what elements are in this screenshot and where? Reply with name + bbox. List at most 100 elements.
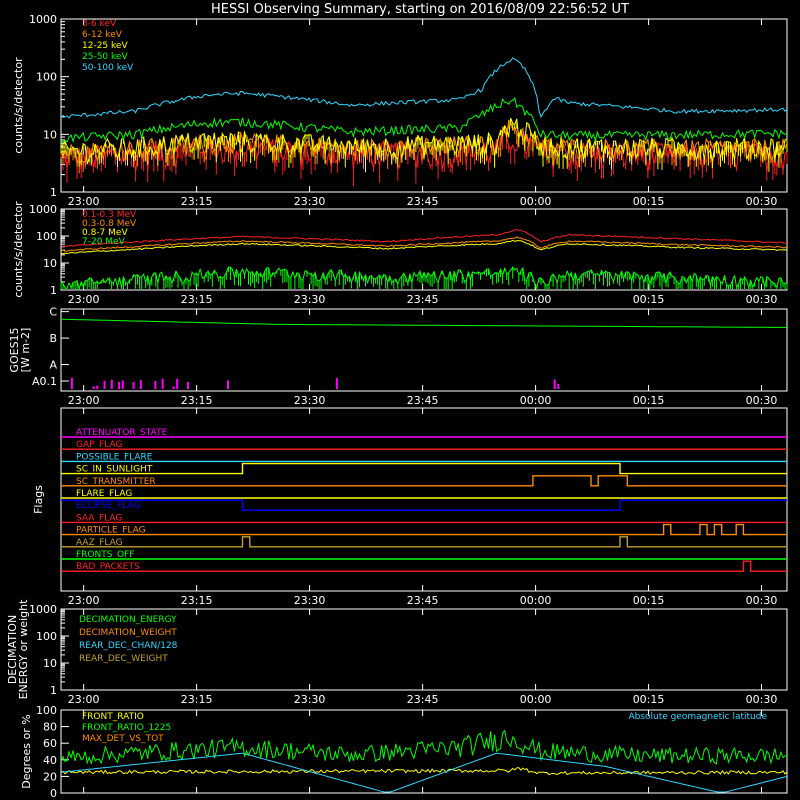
y-tick-label: 1000	[29, 203, 57, 216]
legend-entry: MAX_DET_VS_TOT	[82, 734, 164, 744]
series-0-8-7-MeV	[60, 239, 788, 255]
x-tick-label: 00:00	[520, 195, 552, 208]
y-tick-label: 1	[50, 186, 57, 199]
y-axis-label: Flags	[32, 485, 45, 514]
flag-line	[61, 475, 787, 487]
y-tick-label: B	[49, 332, 57, 345]
legend-entry: 50-100 keV	[82, 63, 134, 73]
x-tick-label: 00:15	[633, 594, 665, 607]
y-axis-label: Degrees or %	[20, 714, 33, 788]
y-tick-label: 1	[50, 684, 57, 697]
series-FRONT-RATIO	[60, 767, 788, 776]
y-tick-label: 20	[43, 770, 57, 783]
x-tick-label: 23:45	[407, 195, 439, 208]
y-tick-label: 80	[43, 721, 57, 734]
x-tick-label: 23:30	[294, 394, 326, 407]
x-tick-label: 23:45	[407, 594, 439, 607]
x-tick-label: 00:30	[746, 195, 778, 208]
legend-entry: DECIMATION_ENERGY	[79, 615, 177, 625]
x-tick-label: 23:15	[181, 293, 213, 306]
y-tick-label: 40	[43, 754, 57, 767]
panel-hxr: 23:00 23:15 23:30 23:45 00:00 00:15 00:30 1 10 10…	[12, 13, 788, 208]
y-tick-label: 100	[36, 704, 57, 717]
y-tick-label: 1000	[29, 603, 57, 616]
geomagnetic-annotation: Absolute geomagnetic latitude	[628, 712, 767, 722]
x-tick-label: 00:30	[746, 394, 778, 407]
y-tick-label: 100	[36, 230, 57, 243]
flag-line	[61, 523, 787, 536]
x-tick-label: 23:45	[407, 693, 439, 706]
legend-entry: DECIMATION_WEIGHT	[79, 628, 177, 638]
x-tick-label: 00:15	[633, 195, 665, 208]
x-tick-label: 23:30	[294, 693, 326, 706]
y-axis-label: GOES15[W m-2]	[8, 327, 32, 372]
series-FRONT-RATIO-1225	[60, 729, 788, 765]
y-tick-label: A0.1	[32, 375, 57, 388]
y-tick-label: 100	[36, 630, 57, 643]
legend-entry: REAR_DEC_WEIGHT	[79, 654, 168, 664]
x-tick-label: 23:00	[68, 394, 100, 407]
y-tick-label: 60	[43, 737, 57, 750]
x-tick-label: 00:30	[746, 293, 778, 306]
x-tick-label: 23:00	[68, 594, 100, 607]
panel-decimation: 23:00 23:15 23:30 23:45 00:00 00:15 00:30 1 10 10…	[6, 599, 788, 706]
y-tick-label: 100	[36, 71, 57, 84]
x-tick-label: 00:00	[520, 594, 552, 607]
figure-canvas: HESSI Observing Summary, starting on 201…	[6, 2, 788, 800]
y-axis-label: DECIMATIONENERGY or weight	[6, 599, 30, 699]
y-tick-label: 10	[43, 657, 57, 670]
x-tick-label: 23:00	[68, 693, 100, 706]
legend-entry: FRONT_RATIO	[82, 712, 144, 722]
legend-entry: FRONT_RATIO_1225	[82, 723, 171, 733]
hessi-summary-figure: HESSI Observing Summary, starting on 201…	[0, 0, 800, 800]
x-tick-label: 00:00	[520, 693, 552, 706]
panel-gamma: 23:00 23:15 23:30 23:45 00:00 00:15 00:30 1 10 10…	[12, 201, 788, 306]
series-50-100-keV	[60, 57, 788, 119]
series-7-20-MeV	[60, 265, 788, 291]
y-axis-label: counts/s/detector	[12, 201, 25, 298]
figure-title: HESSI Observing Summary, starting on 201…	[211, 2, 629, 17]
x-tick-label: 00:30	[746, 693, 778, 706]
x-tick-label: 23:15	[181, 594, 213, 607]
legend-entry: 25-50 keV	[82, 52, 128, 62]
y-axis-label: counts/s/detector	[12, 57, 25, 154]
legend-entry: 12-25 keV	[82, 41, 128, 51]
x-tick-label: 23:30	[294, 195, 326, 208]
legend-entry: 7-20 MeV	[82, 237, 126, 247]
y-tick-label: 1	[50, 284, 57, 297]
x-tick-label: 00:15	[633, 394, 665, 407]
x-tick-label: 23:30	[294, 293, 326, 306]
legend-entry: 3-6 keV	[82, 19, 117, 29]
series-25-50-keV	[60, 96, 788, 144]
x-tick-label: 00:00	[520, 394, 552, 407]
flag-line	[61, 536, 787, 548]
x-tick-label: 00:30	[746, 594, 778, 607]
flag-label: ECLIPSE_FLAG	[76, 501, 140, 511]
panel-goes: 23:00 23:15 23:30 23:45 00:00 00:15 00:30 A0.1 A…	[8, 306, 788, 407]
panel-flags: 23:00 23:15 23:30 23:45 00:00 00:15 00:30 Flags…	[32, 407, 788, 607]
x-tick-label: 23:15	[181, 195, 213, 208]
panel-ratios: 0 20 40 60 80 100Degrees or % FRONT_RATIOFRONT…	[20, 704, 788, 800]
y-tick-label: C	[49, 306, 57, 319]
x-tick-label: 23:45	[407, 394, 439, 407]
x-tick-label: 23:15	[181, 693, 213, 706]
goes-flux-line	[60, 318, 787, 328]
x-tick-label: 23:45	[407, 293, 439, 306]
x-tick-label: 00:00	[520, 293, 552, 306]
flag-line	[61, 499, 787, 511]
x-tick-label: 23:00	[68, 293, 100, 306]
flag-line	[61, 462, 787, 475]
x-tick-label: 23:00	[68, 195, 100, 208]
flag-line	[61, 560, 787, 572]
y-tick-label: 10	[43, 257, 57, 270]
x-tick-label: 23:15	[181, 394, 213, 407]
y-tick-label: 1000	[29, 13, 57, 26]
x-tick-label: 23:30	[294, 594, 326, 607]
legend-entry: REAR_DEC_CHAN/128	[79, 641, 178, 651]
y-tick-label: 10	[43, 128, 57, 141]
y-tick-label: A	[49, 359, 57, 372]
x-tick-label: 00:15	[633, 693, 665, 706]
legend-entry: 6-12 keV	[82, 30, 123, 40]
y-tick-label: 0	[50, 787, 57, 800]
x-tick-label: 00:15	[633, 293, 665, 306]
